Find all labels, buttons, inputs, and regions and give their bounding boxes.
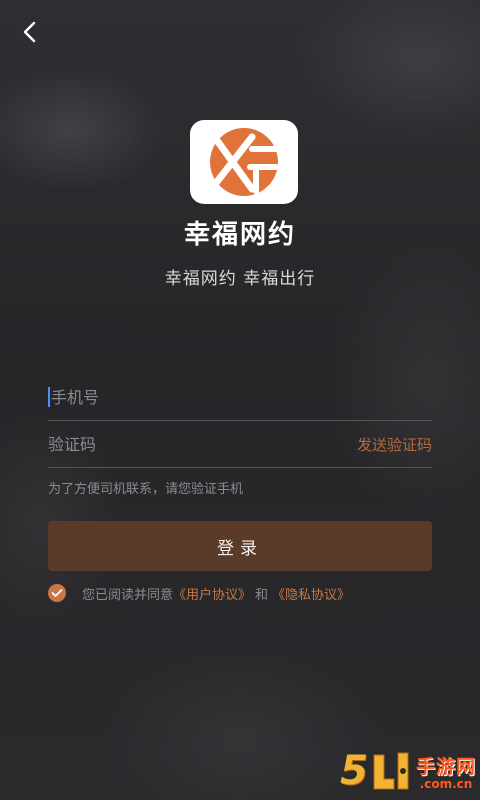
site-watermark: 5 手游网 .com.cn	[340, 748, 476, 794]
watermark-number: 5	[340, 748, 368, 794]
checkmark-icon	[51, 589, 63, 597]
app-slogan: 幸福网约 幸福出行	[164, 269, 316, 289]
back-button[interactable]	[14, 16, 46, 48]
user-agreement-link[interactable]: 《用户协议》	[173, 584, 251, 603]
send-code-button[interactable]: 发送验证码	[357, 434, 432, 455]
privacy-agreement-link[interactable]: 《隐私协议》	[272, 584, 350, 603]
watermark-main: 手游网	[415, 755, 476, 778]
login-button[interactable]: 登录	[48, 521, 432, 571]
phone-field-row	[48, 374, 432, 421]
back-arrow-icon	[23, 21, 36, 43]
agreement-checkbox[interactable]	[48, 584, 66, 602]
code-field-row: 发送验证码	[48, 421, 432, 468]
app-logo-icon	[210, 128, 281, 196]
watermark-text: 手游网 .com.cn	[416, 752, 476, 791]
agreement-prefix: 您已阅读并同意	[82, 587, 174, 603]
app-name: 幸福网约	[183, 220, 296, 250]
phone-hint-text: 为了方便司机联系，请您验证手机	[48, 482, 244, 497]
app-logo	[190, 120, 298, 204]
agreement-row: 您已阅读并同意 《用户协议》 和 《隐私协议》	[48, 582, 350, 604]
watermark-sub: .com.cn	[419, 776, 473, 791]
text-caret	[48, 387, 50, 407]
agreement-conjunction: 和	[255, 587, 269, 603]
verification-code-input[interactable]	[48, 434, 357, 454]
watermark-logo-icon	[373, 752, 409, 790]
phone-input[interactable]	[51, 387, 432, 407]
